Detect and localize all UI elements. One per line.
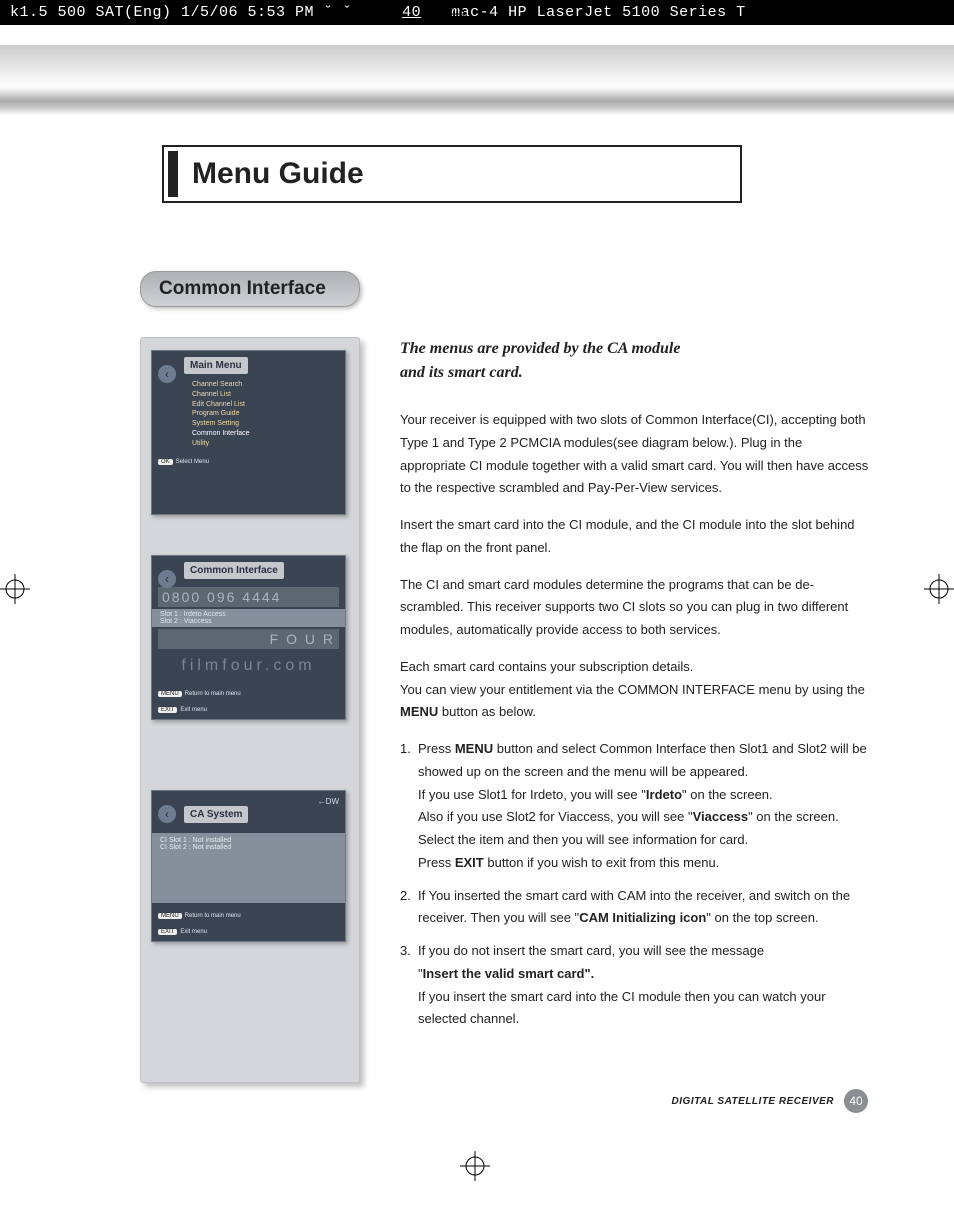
list-number: 1. [400, 738, 418, 875]
paragraph: Each smart card contains your subscripti… [400, 656, 870, 724]
screenshot-title: Common Interface [184, 562, 284, 579]
paragraph: The CI and smart card modules determine … [400, 574, 870, 642]
ghost-text: F O U R [158, 629, 339, 649]
screenshot-main-menu: ‹ Main Menu Channel Search Channel List … [151, 350, 346, 515]
list-item: 2. If You inserted the smart card with C… [400, 885, 870, 931]
menu-item: Edit Channel List [192, 400, 339, 410]
slot-label: Slot 1 : Irdeto Access [160, 611, 337, 618]
foot-hint: Exit menu [180, 929, 207, 935]
exit-key-icon: EXIT [158, 929, 177, 935]
list-number: 2. [400, 885, 418, 931]
slot-status: CI Slot 2 : Not installed [160, 844, 337, 851]
screenshot-title: CA System [184, 806, 248, 823]
decorative-gradient-bar [0, 45, 954, 115]
print-header-right: mac-4 HP LaserJet 5100 Series T [451, 4, 746, 21]
screenshot-sidebar: ‹ Main Menu Channel Search Channel List … [140, 337, 360, 1083]
foot-hint: Exit menu [180, 707, 207, 713]
dw-label: DW [326, 797, 339, 806]
bold-term: MENU [455, 741, 493, 756]
back-icon: ‹ [158, 570, 176, 588]
menu-key-icon: MENU [158, 691, 182, 697]
bold-term: EXIT [455, 855, 484, 870]
ok-key-icon: OK [158, 459, 173, 465]
menu-item-selected: Common Interface [192, 429, 339, 439]
bold-term: Insert the valid smart card". [423, 966, 595, 981]
screenshot-common-interface: ‹ Common Interface 0800 096 4444 Slot 1 … [151, 555, 346, 720]
bold-term: Irdeto [646, 787, 682, 802]
print-header-left: k1.5 500 SAT(Eng) 1/5/06 5:53 PM ˘ ˇ [10, 4, 352, 21]
slot-label: Slot 2 : Viaccess [160, 618, 337, 625]
intro-line: and its smart card. [400, 361, 870, 385]
bold-term: CAM Initializing icon [579, 910, 706, 925]
bold-term: Viaccess [693, 809, 748, 824]
foot-hint: Select Menu [176, 459, 209, 465]
list-item: 1. Press MENU button and select Common I… [400, 738, 870, 875]
registration-mark-icon [0, 574, 30, 604]
registration-mark-icon [460, 1151, 490, 1181]
paragraph: Insert the smart card into the CI module… [400, 514, 870, 560]
menu-item: Utility [192, 439, 339, 449]
registration-mark-icon [924, 574, 954, 604]
page-title: Menu Guide [168, 151, 736, 197]
back-icon: ‹ [158, 365, 176, 383]
screenshot-title: Main Menu [184, 357, 248, 374]
body-text: The menus are provided by the CA module … [400, 337, 870, 1083]
foot-hint: Return to main menu [185, 913, 241, 919]
screenshot-ca-system: ←DW ‹ CA System CI Slot 1 : Not installe… [151, 790, 346, 942]
page-title-bar: Menu Guide [162, 145, 742, 203]
menu-key-icon: MENU [158, 913, 182, 919]
slot-status: CI Slot 1 : Not installed [160, 837, 337, 844]
intro-line: The menus are provided by the CA module [400, 337, 870, 361]
menu-item: System Setting [192, 419, 339, 429]
ghost-text: 0800 096 4444 [158, 587, 339, 607]
print-header-page: 40 [402, 4, 421, 21]
section-heading: Common Interface [140, 271, 360, 307]
list-item: 3. If you do not insert the smart card, … [400, 940, 870, 1031]
footer-label: DIGITAL SATELLITE RECEIVER [672, 1096, 834, 1107]
paragraph: Your receiver is equipped with two slots… [400, 409, 870, 500]
page-number-badge: 40 [844, 1089, 868, 1113]
crop-mark-icon [447, 4, 467, 24]
page-footer: DIGITAL SATELLITE RECEIVER 40 [672, 1089, 868, 1113]
bold-term: MENU [400, 704, 438, 719]
back-icon: ‹ [158, 805, 176, 823]
list-number: 3. [400, 940, 418, 1031]
foot-hint: Return to main menu [185, 691, 241, 697]
menu-item: Program Guide [192, 409, 339, 419]
menu-item: Channel List [192, 390, 339, 400]
menu-item: Channel Search [192, 380, 339, 390]
ghost-text: filmfour.com [158, 651, 339, 681]
print-job-header: k1.5 500 SAT(Eng) 1/5/06 5:53 PM ˘ ˇ 40 … [0, 0, 954, 25]
exit-key-icon: EXIT [158, 707, 177, 713]
